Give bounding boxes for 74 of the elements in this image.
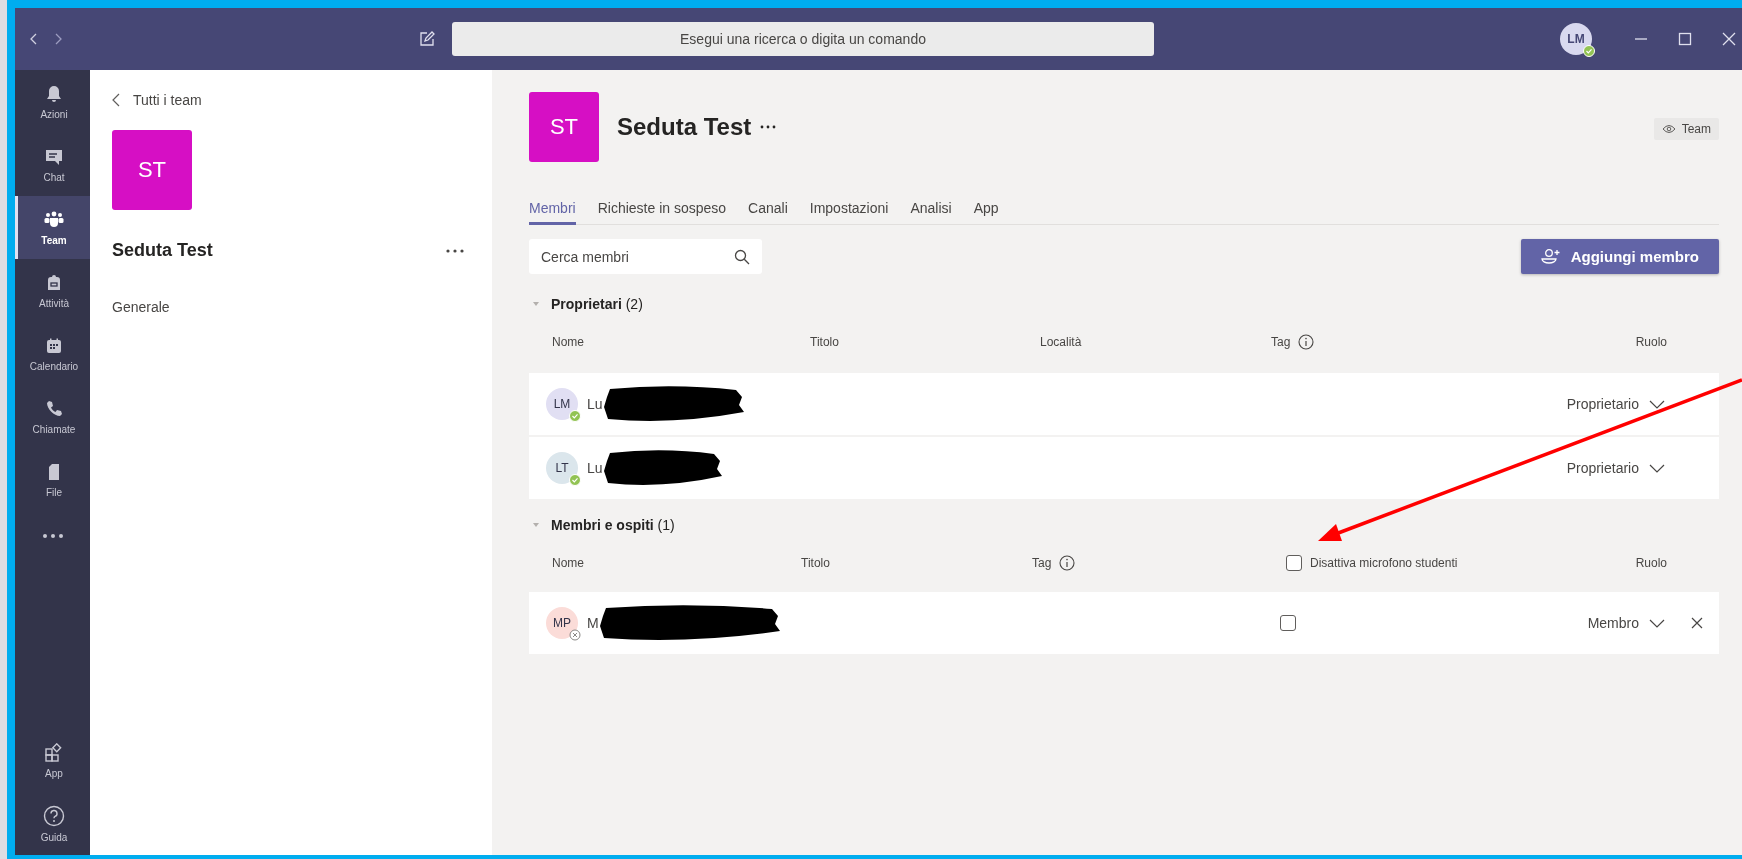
chevron-down-icon [1649, 399, 1665, 409]
tab[interactable]: Richieste in sospeso [597, 194, 727, 225]
member-avatar: MP [546, 607, 578, 639]
checkbox[interactable] [1286, 555, 1302, 571]
add-member-button[interactable]: Aggiungi membro [1520, 239, 1719, 274]
team-avatar: ST [529, 92, 599, 162]
column-header: Titolo [801, 556, 831, 570]
tab[interactable]: Analisi [910, 194, 952, 225]
rail-item[interactable]: Guida [15, 792, 90, 855]
search-field[interactable]: Esegui una ricerca o digita un comando [452, 22, 1154, 56]
back-link[interactable]: Tutti i team [112, 92, 202, 108]
member-name: Lu [587, 396, 603, 412]
more-icon[interactable] [41, 533, 64, 539]
member-row[interactable]: LT Lu Proprietario [529, 437, 1719, 499]
info-icon[interactable] [1059, 555, 1076, 571]
column-header: Disattiva microfono studenti [1310, 556, 1458, 570]
rail-item[interactable]: App [15, 729, 90, 792]
section-heading: Proprietari (2) [551, 296, 643, 312]
member-avatar: LT [546, 452, 578, 484]
apps-icon [44, 742, 64, 763]
rail-item[interactable]: Chat [15, 133, 90, 196]
tab[interactable]: Membri [529, 194, 576, 225]
rail-item[interactable]: File [15, 448, 90, 511]
channel-item[interactable]: Generale [112, 299, 492, 315]
role-dropdown[interactable]: Proprietario [1566, 460, 1665, 476]
rail-item[interactable]: Azioni [15, 70, 90, 133]
member-row[interactable]: MP M Membro [529, 592, 1719, 654]
help-icon [43, 804, 65, 827]
column-header: Tag [1032, 556, 1052, 570]
team-name: Seduta Test [112, 240, 214, 261]
more-icon[interactable] [760, 125, 777, 129]
team-title: Seduta Test [617, 113, 752, 141]
column-header: Nome [552, 556, 585, 570]
section-heading: Membri e ospiti (1) [551, 517, 675, 533]
column-header: Ruolo [1635, 556, 1667, 570]
column-header: Nome [552, 335, 585, 349]
chevron-down-icon [1649, 618, 1665, 628]
info-icon[interactable] [1298, 334, 1315, 350]
member-name: Lu [587, 460, 603, 476]
tab[interactable]: App [973, 194, 999, 225]
close-icon[interactable] [1691, 617, 1703, 629]
role-dropdown[interactable]: Membro [1587, 615, 1665, 631]
chevron-left-icon [112, 93, 120, 107]
rail-item[interactable]: Team [15, 196, 90, 259]
team-view-badge[interactable]: Team [1653, 118, 1719, 140]
member-avatar: LM [546, 388, 578, 420]
rail-item[interactable]: Chiamate [15, 385, 90, 448]
bell-icon [44, 83, 64, 104]
tab[interactable]: Impostazioni [809, 194, 889, 225]
people-icon [43, 209, 65, 230]
column-header: Tag [1271, 335, 1291, 349]
chevron-down-icon [1649, 463, 1665, 473]
eye-icon [1661, 124, 1676, 134]
add-person-icon [1540, 247, 1563, 266]
column-header: Ruolo [1635, 335, 1667, 349]
compose-icon[interactable] [418, 30, 436, 48]
more-icon[interactable] [446, 248, 464, 253]
role-dropdown[interactable]: Proprietario [1566, 396, 1665, 412]
tab[interactable]: Canali [748, 194, 788, 225]
forward-icon[interactable] [53, 32, 63, 46]
maximize-icon[interactable] [1678, 32, 1692, 46]
search-icon [734, 249, 750, 265]
rail-item[interactable]: Attività [15, 259, 90, 322]
member-search-field[interactable]: Cerca membri [529, 239, 762, 274]
user-avatar[interactable]: LM [1560, 23, 1592, 55]
member-name: M [587, 615, 599, 631]
member-row[interactable]: LM Lu Proprietario [529, 373, 1719, 435]
rail-item[interactable]: Calendario [15, 322, 90, 385]
column-header: Località [1040, 335, 1083, 349]
back-icon[interactable] [29, 32, 39, 46]
phone-icon [44, 398, 64, 419]
team-avatar: ST [112, 130, 192, 210]
column-header: Titolo [810, 335, 840, 349]
checkbox[interactable] [1280, 615, 1296, 631]
